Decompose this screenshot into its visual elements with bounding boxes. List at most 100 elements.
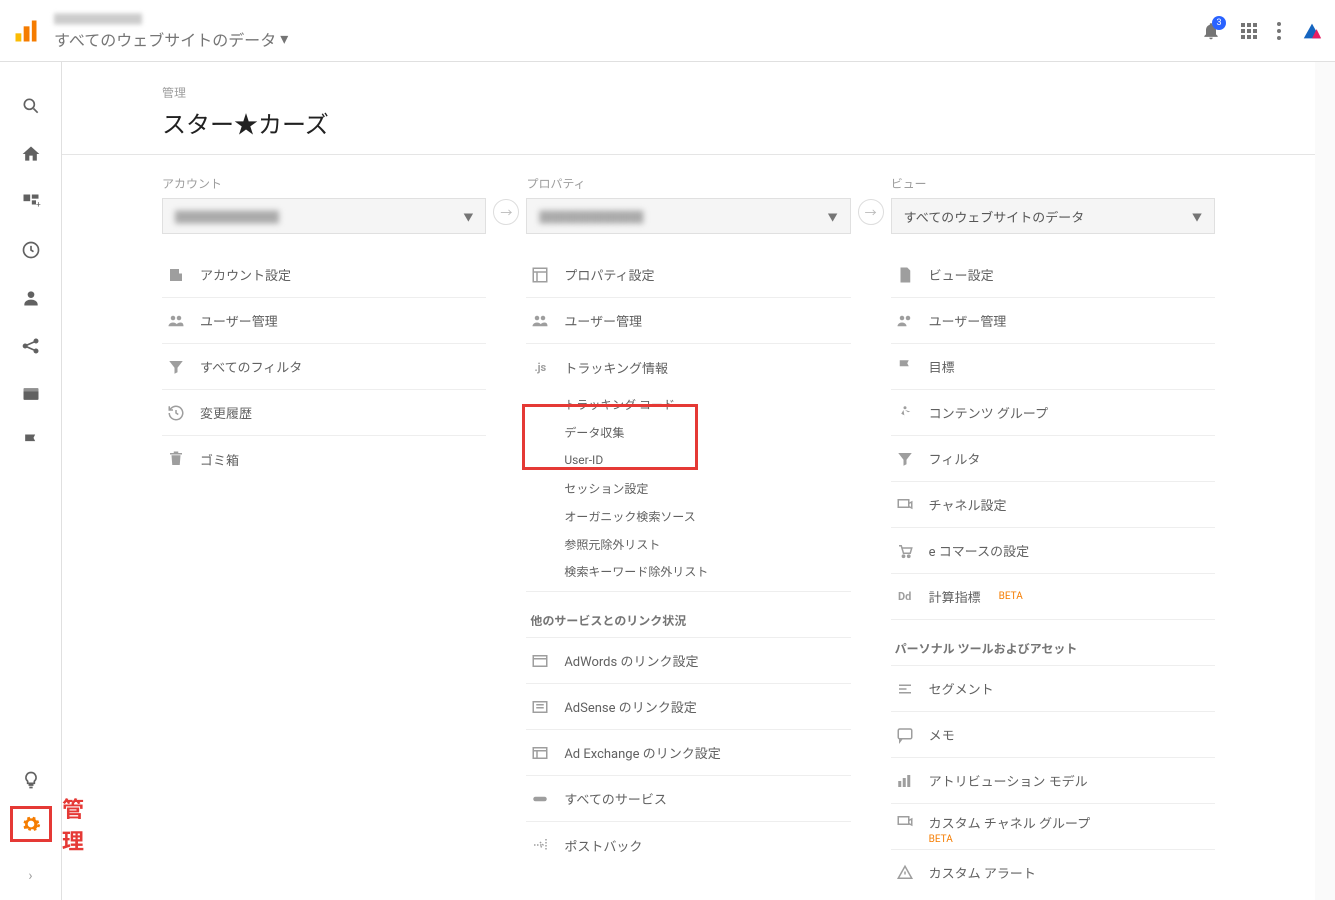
- nav-home[interactable]: [0, 130, 62, 178]
- account-name-blurred: ████████: [54, 11, 288, 27]
- menu-label: AdSense のリンク設定: [564, 697, 696, 716]
- users-icon: [166, 311, 186, 331]
- adsense-link[interactable]: AdSense のリンク設定: [526, 684, 850, 730]
- menu-label: 変更履歴: [200, 403, 252, 422]
- content-area: 管理 スター★カーズ アカウント ████████ ▼ アカウント設定 ユーザー…: [62, 62, 1335, 900]
- filter-icon: [166, 357, 186, 377]
- menu-label: Ad Exchange のリンク設定: [564, 743, 720, 762]
- person-run-icon: [895, 403, 915, 423]
- caret-down-icon: ▼: [1192, 209, 1202, 224]
- admin-columns: アカウント ████████ ▼ アカウント設定 ユーザー管理 すべてのフィルタ…: [62, 155, 1315, 895]
- menu-label: すべてのフィルタ: [200, 357, 302, 376]
- dd-icon: Dd: [895, 587, 915, 607]
- cart-icon: [895, 541, 915, 561]
- tracking-code[interactable]: トラッキング コード: [526, 390, 850, 418]
- all-services[interactable]: すべてのサービス: [526, 776, 850, 822]
- flag-icon: [21, 432, 41, 452]
- arrow-right-icon[interactable]: →: [858, 199, 884, 225]
- property-settings[interactable]: プロパティ設定: [526, 252, 850, 298]
- more-menu-icon[interactable]: [1277, 22, 1281, 40]
- caret-down-icon: ▾: [280, 29, 288, 48]
- postback[interactable]: ポストバック: [526, 822, 850, 868]
- annotations[interactable]: メモ: [891, 712, 1215, 758]
- menu-label: プロパティ設定: [564, 265, 654, 284]
- apps-icon[interactable]: [1241, 23, 1257, 39]
- layout-icon: [530, 265, 550, 285]
- content-groups[interactable]: コンテンツ グループ: [891, 390, 1215, 436]
- view-menu: ビュー設定 ユーザー管理 目標 コンテンツ グループ フィルタ チャネル設定 e…: [891, 252, 1215, 895]
- nav-admin[interactable]: [0, 804, 62, 852]
- menu-label: ゴミ箱: [200, 450, 239, 469]
- nav-search[interactable]: [0, 82, 62, 130]
- user-id[interactable]: User-ID: [526, 446, 850, 474]
- view-selected: すべてのウェブサイトのデータ: [904, 207, 1085, 226]
- nav-discover[interactable]: [0, 756, 62, 804]
- account-label: アカウント: [162, 175, 486, 192]
- nav-conversions[interactable]: [0, 418, 62, 466]
- filter-icon: [895, 449, 915, 469]
- link-icon: [530, 789, 550, 809]
- menu-label: カスタム アラート: [929, 863, 1036, 882]
- svg-text:+: +: [36, 200, 41, 210]
- account-users[interactable]: ユーザー管理: [162, 298, 486, 344]
- search-exclusion[interactable]: 検索キーワード除外リスト: [526, 558, 850, 592]
- property-users[interactable]: ユーザー管理: [526, 298, 850, 344]
- menu-label: 目標: [929, 357, 955, 376]
- ga-logo-icon[interactable]: [12, 17, 40, 45]
- flag-icon: [895, 357, 915, 377]
- box-icon: [530, 743, 550, 763]
- arrow-right-icon[interactable]: →: [493, 199, 519, 225]
- building-icon: [166, 265, 186, 285]
- adexchange-link[interactable]: Ad Exchange のリンク設定: [526, 730, 850, 776]
- nav-customization[interactable]: +: [0, 178, 62, 226]
- channel-settings[interactable]: チャネル設定: [891, 482, 1215, 528]
- account-settings[interactable]: アカウント設定: [162, 252, 486, 298]
- referral-exclusion[interactable]: 参照元除外リスト: [526, 530, 850, 558]
- nav-acquisition[interactable]: [0, 322, 62, 370]
- caret-down-icon: ▼: [463, 209, 473, 224]
- gear-icon: [21, 814, 41, 834]
- nav-realtime[interactable]: [0, 226, 62, 274]
- notifications-button[interactable]: 3: [1201, 21, 1221, 41]
- account-dropdown[interactable]: ████████ ▼: [162, 198, 486, 234]
- nav-audience[interactable]: [0, 274, 62, 322]
- account-menu: アカウント設定 ユーザー管理 すべてのフィルタ 変更履歴 ゴミ箱: [162, 252, 486, 482]
- view-column: ビュー すべてのウェブサイトのデータ ▼ ビュー設定 ユーザー管理 目標 コンテ…: [891, 175, 1215, 895]
- postback-icon: [530, 835, 550, 855]
- organic-sources[interactable]: オーガニック検索ソース: [526, 502, 850, 530]
- account-trash[interactable]: ゴミ箱: [162, 436, 486, 482]
- view-users[interactable]: ユーザー管理: [891, 298, 1215, 344]
- property-dropdown[interactable]: ████████ ▼: [526, 198, 850, 234]
- nav-behavior[interactable]: [0, 370, 62, 418]
- account-filters[interactable]: すべてのフィルタ: [162, 344, 486, 390]
- header-left: ████████ すべてのウェブサイトのデータ ▾: [12, 11, 288, 51]
- session-settings[interactable]: セッション設定: [526, 474, 850, 502]
- user-icon: [21, 288, 41, 308]
- menu-label: コンテンツ グループ: [929, 403, 1048, 422]
- partner-logo-icon[interactable]: [1301, 20, 1323, 42]
- share-icon: [21, 336, 41, 356]
- nav-collapse[interactable]: ›: [0, 852, 62, 900]
- tracking-info[interactable]: .jsトラッキング情報: [526, 344, 850, 390]
- account-history[interactable]: 変更履歴: [162, 390, 486, 436]
- menu-label: カスタム チャネル グループ: [929, 813, 1091, 832]
- segment-icon: [895, 679, 915, 699]
- data-collection[interactable]: データ収集: [526, 418, 850, 446]
- view-settings[interactable]: ビュー設定: [891, 252, 1215, 298]
- file-icon: [895, 265, 915, 285]
- menu-label: アカウント設定: [200, 265, 291, 284]
- calculated-metrics[interactable]: Dd計算指標BETA: [891, 574, 1215, 620]
- menu-label: ポストバック: [564, 836, 642, 855]
- breadcrumb: 管理: [162, 84, 1215, 101]
- custom-alerts[interactable]: カスタム アラート: [891, 849, 1215, 895]
- view-filters[interactable]: フィルタ: [891, 436, 1215, 482]
- ecommerce-settings[interactable]: e コマースの設定: [891, 528, 1215, 574]
- header-title-block[interactable]: ████████ すべてのウェブサイトのデータ ▾: [54, 11, 288, 51]
- view-dropdown[interactable]: すべてのウェブサイトのデータ ▼: [891, 198, 1215, 234]
- adwords-link[interactable]: AdWords のリンク設定: [526, 638, 850, 684]
- view-goals[interactable]: 目標: [891, 344, 1215, 390]
- beta-badge: BETA: [891, 834, 1215, 849]
- attribution-models[interactable]: アトリビューション モデル: [891, 758, 1215, 804]
- body-area: + › 管理 管理 スター★カーズ アカウント: [0, 62, 1335, 900]
- segments[interactable]: セグメント: [891, 666, 1215, 712]
